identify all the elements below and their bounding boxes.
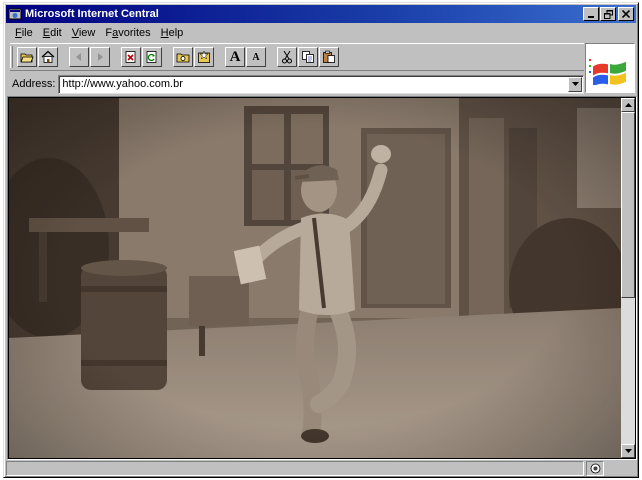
status-bar — [6, 461, 636, 477]
back-arrow-icon — [76, 53, 81, 61]
open-folder-icon — [20, 53, 34, 63]
search-button[interactable] — [173, 47, 193, 67]
forward-button[interactable] — [90, 47, 110, 67]
window-title: Microsoft Internet Central — [25, 8, 159, 20]
restore-icon — [603, 9, 613, 19]
cut-button[interactable] — [277, 47, 297, 67]
scroll-up-button[interactable] — [621, 98, 635, 112]
stop-icon — [125, 51, 136, 63]
font-larger-button[interactable]: A — [225, 47, 245, 67]
dancing-child-video-image — [9, 98, 621, 458]
menu-edit-mnemonic: E — [42, 27, 51, 39]
home-button[interactable] — [38, 47, 58, 67]
title-bar[interactable]: Microsoft Internet Central — [6, 5, 636, 23]
menu-favorites-rest: vorites — [118, 27, 151, 39]
minimize-icon — [588, 16, 594, 18]
menu-help-mnemonic: H — [160, 27, 169, 39]
chevron-up-icon — [624, 103, 632, 107]
brand-throbber[interactable] — [585, 43, 635, 93]
address-bar: Address: — [10, 73, 584, 95]
content-area — [7, 96, 637, 460]
close-button[interactable] — [618, 7, 634, 21]
address-combo[interactable] — [58, 74, 584, 94]
toolbar-grip[interactable] — [10, 46, 13, 68]
menu-favorites[interactable]: Favorites — [100, 27, 155, 39]
menu-bar: File Edit View Favorites Help — [6, 24, 586, 42]
font-smaller-icon: A — [252, 51, 260, 63]
menu-help[interactable]: Help — [156, 27, 189, 39]
forward-arrow-icon — [98, 53, 103, 61]
resize-grip[interactable] — [606, 461, 634, 476]
status-text — [6, 461, 584, 476]
chevron-down-icon — [624, 449, 632, 453]
menu-edit-rest: dit — [50, 27, 62, 39]
font-larger-icon: A — [229, 48, 241, 65]
back-button[interactable] — [69, 47, 89, 67]
address-dropdown-button[interactable] — [568, 76, 582, 92]
copy-button[interactable] — [298, 47, 318, 67]
address-label: Address: — [12, 78, 56, 90]
menu-view[interactable]: View — [67, 27, 101, 39]
standard-toolbar: A A — [10, 43, 584, 71]
paste-button[interactable] — [319, 47, 339, 67]
home-icon — [41, 50, 55, 63]
menu-file-rest: ile — [21, 27, 33, 39]
open-button[interactable] — [17, 47, 37, 67]
menu-file[interactable]: File — [10, 27, 38, 39]
stop-button[interactable] — [121, 47, 141, 67]
font-smaller-button[interactable]: A — [246, 47, 266, 67]
internet-zone-icon — [590, 463, 600, 474]
chevron-down-icon — [571, 82, 579, 86]
video-frame[interactable] — [9, 98, 621, 458]
cut-icon — [282, 50, 292, 64]
favorites-button[interactable] — [194, 47, 214, 67]
address-input[interactable] — [59, 76, 568, 92]
menu-help-rest: elp — [168, 27, 184, 39]
restore-button[interactable] — [600, 7, 616, 21]
vertical-scrollbar[interactable] — [621, 98, 635, 458]
paste-icon — [323, 50, 335, 63]
scroll-down-button[interactable] — [621, 444, 635, 458]
menu-file-mnemonic: F — [15, 27, 22, 39]
scrollbar-thumb[interactable] — [621, 112, 635, 298]
browser-app-icon — [8, 8, 22, 20]
security-zone-panel[interactable] — [586, 461, 604, 476]
browser-window: Microsoft Internet Central File Edit Vie… — [3, 2, 639, 478]
menu-view-rest: iew — [78, 27, 96, 39]
refresh-icon — [146, 51, 157, 63]
close-icon — [622, 10, 630, 18]
refresh-button[interactable] — [142, 47, 162, 67]
menu-view-mnemonic: V — [71, 27, 79, 39]
windows-flag-icon — [589, 59, 626, 85]
menu-edit[interactable]: Edit — [38, 27, 67, 39]
favorites-icon — [198, 50, 210, 63]
search-folder-icon — [176, 53, 190, 63]
minimize-button[interactable] — [583, 7, 599, 21]
copy-icon — [302, 51, 314, 63]
